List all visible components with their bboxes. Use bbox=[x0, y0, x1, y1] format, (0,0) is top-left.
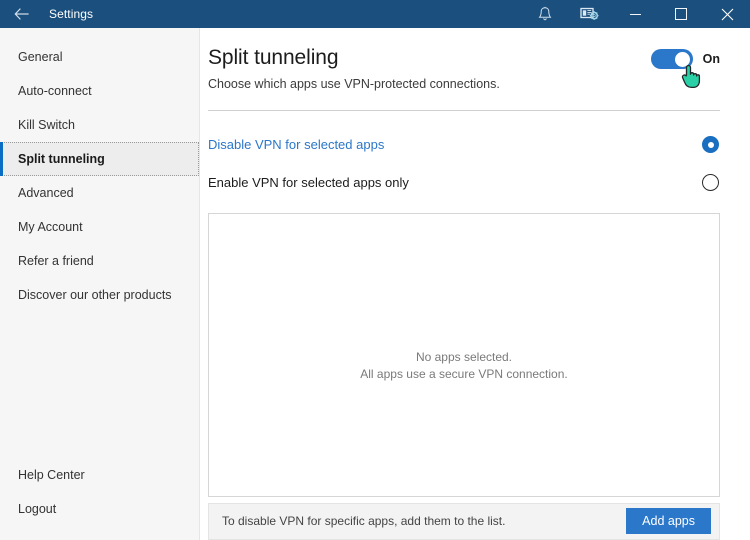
mode-options: Disable VPN for selected apps Enable VPN… bbox=[208, 111, 720, 199]
page-header-text: Split tunneling Choose which apps use VP… bbox=[208, 44, 651, 92]
add-apps-button[interactable]: Add apps bbox=[626, 508, 711, 534]
minimize-icon bbox=[630, 14, 641, 15]
close-button[interactable] bbox=[704, 0, 750, 28]
sidebar-item-label: Help Center bbox=[18, 468, 85, 482]
maximize-button[interactable] bbox=[658, 0, 704, 28]
sidebar: General Auto-connect Kill Switch Split t… bbox=[0, 28, 200, 540]
sidebar-item-label: Advanced bbox=[18, 186, 74, 200]
back-button[interactable] bbox=[0, 0, 44, 28]
sidebar-item-label: Discover our other products bbox=[18, 288, 172, 302]
page-header: Split tunneling Choose which apps use VP… bbox=[208, 28, 720, 92]
sidebar-item-split-tunneling[interactable]: Split tunneling bbox=[0, 142, 199, 176]
sidebar-footer-nav: Help Center Logout bbox=[0, 458, 199, 540]
option-disable-vpn-for-selected-apps[interactable]: Disable VPN for selected apps bbox=[208, 129, 720, 161]
window-body: General Auto-connect Kill Switch Split t… bbox=[0, 28, 750, 540]
sidebar-item-label: General bbox=[18, 50, 62, 64]
sidebar-item-label: Auto-connect bbox=[18, 84, 92, 98]
settings-window: Settings bbox=[0, 0, 750, 540]
back-arrow-icon bbox=[14, 7, 30, 21]
sidebar-item-general[interactable]: General bbox=[0, 40, 199, 74]
footer-hint-text: To disable VPN for specific apps, add th… bbox=[222, 514, 626, 528]
empty-state-line-1: No apps selected. bbox=[360, 349, 567, 366]
split-tunneling-toggle-group: On bbox=[651, 49, 720, 69]
titlebar-actions bbox=[522, 0, 750, 28]
split-tunneling-toggle[interactable] bbox=[651, 49, 693, 69]
sidebar-item-discover-products[interactable]: Discover our other products bbox=[0, 278, 199, 312]
empty-state-message: No apps selected. All apps use a secure … bbox=[360, 349, 567, 383]
device-settings-button[interactable] bbox=[567, 0, 612, 28]
toggle-knob bbox=[675, 52, 690, 67]
page-title: Split tunneling bbox=[208, 44, 651, 72]
apps-list-footer: To disable VPN for specific apps, add th… bbox=[208, 503, 720, 540]
sidebar-item-kill-switch[interactable]: Kill Switch bbox=[0, 108, 199, 142]
sidebar-item-logout[interactable]: Logout bbox=[0, 492, 199, 526]
sidebar-item-help-center[interactable]: Help Center bbox=[0, 458, 199, 492]
notification-bell-icon bbox=[538, 6, 552, 22]
sidebar-item-label: My Account bbox=[18, 220, 83, 234]
main-content: Split tunneling Choose which apps use VP… bbox=[200, 28, 750, 540]
option-label: Enable VPN for selected apps only bbox=[208, 175, 702, 190]
notifications-button[interactable] bbox=[522, 0, 567, 28]
monitor-gear-icon bbox=[580, 6, 600, 22]
radio-disable-vpn-for-selected-apps[interactable] bbox=[702, 136, 719, 153]
selected-apps-list[interactable]: No apps selected. All apps use a secure … bbox=[208, 213, 720, 497]
option-enable-vpn-for-selected-apps-only[interactable]: Enable VPN for selected apps only bbox=[208, 167, 720, 199]
empty-state-line-2: All apps use a secure VPN connection. bbox=[360, 366, 567, 383]
radio-enable-vpn-for-selected-apps-only[interactable] bbox=[702, 174, 719, 191]
toggle-state-label: On bbox=[703, 52, 720, 66]
sidebar-item-refer-a-friend[interactable]: Refer a friend bbox=[0, 244, 199, 278]
sidebar-item-label: Split tunneling bbox=[18, 152, 105, 166]
minimize-button[interactable] bbox=[612, 0, 658, 28]
maximize-icon bbox=[675, 8, 687, 20]
page-subtitle: Choose which apps use VPN-protected conn… bbox=[208, 76, 651, 92]
window-title: Settings bbox=[49, 7, 93, 21]
sidebar-item-my-account[interactable]: My Account bbox=[0, 210, 199, 244]
sidebar-item-auto-connect[interactable]: Auto-connect bbox=[0, 74, 199, 108]
sidebar-item-label: Kill Switch bbox=[18, 118, 75, 132]
option-label: Disable VPN for selected apps bbox=[208, 137, 702, 152]
title-bar: Settings bbox=[0, 0, 750, 28]
sidebar-item-label: Refer a friend bbox=[18, 254, 94, 268]
sidebar-item-advanced[interactable]: Advanced bbox=[0, 176, 199, 210]
close-icon bbox=[721, 8, 734, 21]
sidebar-nav: General Auto-connect Kill Switch Split t… bbox=[0, 40, 199, 312]
sidebar-item-label: Logout bbox=[18, 502, 56, 516]
